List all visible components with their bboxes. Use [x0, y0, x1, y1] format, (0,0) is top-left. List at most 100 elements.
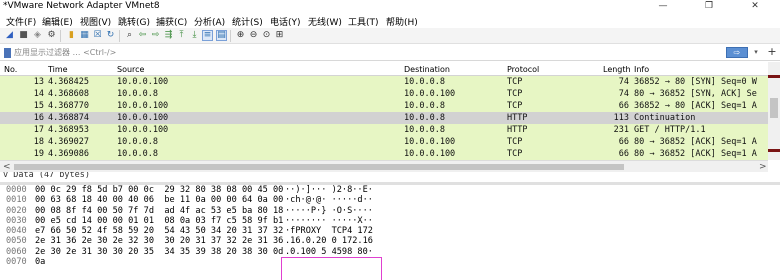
hex-bytes: 00 e5 cd 14 00 00 01 01 08 0a 03 f7 c5 5…	[35, 215, 284, 226]
column-header-destination[interactable]: Destination	[404, 65, 450, 74]
hex-row[interactable]: 0050 2e 31 36 2e 30 2e 32 30 30 20 31 37 …	[0, 236, 780, 246]
close-button[interactable]: ✕	[732, 0, 778, 14]
hex-off: 0040	[6, 226, 27, 237]
detail-data-node[interactable]: v Data (47 bytes)	[3, 172, 90, 180]
menu-telephony[interactable]: 电话(Y)	[270, 15, 301, 28]
packet-row[interactable]: 16 4.368874 10.0.0.100 10.0.0.8 HTTP 113 Conti…	[0, 112, 768, 124]
filter-history-dropdown[interactable]: ▾	[751, 47, 761, 58]
column-header-length[interactable]: Length	[603, 65, 631, 74]
go-to-packet-icon[interactable]: ⇶	[163, 30, 174, 41]
hex-row[interactable]: 0010 00 63 68 18 40 00 40 06 be 11 0a 00 …	[0, 195, 780, 205]
zoom-in-icon[interactable]: ⊕	[235, 30, 246, 41]
scroll-marker	[768, 149, 780, 152]
menu-bar: 文件(F) 编辑(E) 视图(V) 跳转(G) 捕获(C) 分析(A) 统计(S…	[0, 14, 780, 28]
packet-cell-no: 19	[33, 149, 44, 159]
packet-cell-len: 231	[613, 125, 629, 135]
find-icon[interactable]: ⌕	[124, 30, 135, 41]
bookmark-icon[interactable]	[4, 48, 11, 58]
save-file-icon[interactable]: ▦	[79, 30, 90, 41]
packet-row[interactable]: 17 4.368953 10.0.0.100 10.0.0.8 HTTP 231 GET /…	[0, 124, 768, 136]
hex-row[interactable]: 0020 00 08 8f f4 00 50 7f 7d ad 4f ac 53 …	[0, 206, 780, 216]
hex-row[interactable]: 0070 0a	[0, 257, 780, 267]
menu-help[interactable]: 帮助(H)	[386, 15, 418, 28]
go-back-icon[interactable]: ⇦	[137, 30, 148, 41]
hex-ascii: ··)·]··· )2·8··E·	[285, 185, 373, 195]
packet-rows: 13 4.368425 10.0.0.100 10.0.0.8 TCP 74 36852 →…	[0, 76, 768, 160]
colorize-icon[interactable]: ▤	[216, 30, 227, 41]
column-header-source[interactable]: Source	[117, 65, 144, 74]
options-gear-icon[interactable]: ⚙	[46, 30, 57, 41]
packet-cell-time: 4.368874	[48, 113, 89, 123]
packet-row[interactable]: 14 4.368608 10.0.0.8 10.0.0.100 TCP 74 80 → 36…	[0, 88, 768, 100]
packet-cell-time: 4.368770	[48, 101, 89, 111]
column-header-protocol[interactable]: Protocol	[507, 65, 539, 74]
packet-cell-info: 80 → 36852 [ACK] Seq=1 A	[634, 137, 757, 147]
restart-icon[interactable]: ◈	[32, 30, 43, 41]
menu-edit[interactable]: 编辑(E)	[42, 15, 73, 28]
first-packet-icon[interactable]: ⤒	[176, 30, 187, 41]
packet-cell-len: 66	[618, 101, 629, 111]
menu-capture[interactable]: 捕获(C)	[156, 15, 187, 28]
hex-row[interactable]: 0060 2e 30 2e 31 30 30 20 35 34 35 39 38 …	[0, 247, 780, 257]
menu-view[interactable]: 视图(V)	[80, 15, 111, 28]
column-header-time[interactable]: Time	[48, 65, 68, 74]
zoom-out-icon[interactable]: ⊖	[248, 30, 259, 41]
menu-go[interactable]: 跳转(G)	[118, 15, 150, 28]
hex-off: 0050	[6, 236, 27, 247]
packet-cell-info: 36852 → 80 [SYN] Seq=0 W	[634, 77, 757, 87]
minimize-button[interactable]: —	[640, 0, 686, 14]
packet-cell-no: 14	[33, 89, 44, 99]
packet-row[interactable]: 15 4.368770 10.0.0.100 10.0.0.8 TCP 66 36852 →…	[0, 100, 768, 112]
packet-row[interactable]: 19 4.369086 10.0.0.8 10.0.0.100 TCP 66 80 → 36…	[0, 148, 768, 160]
hex-row[interactable]: 0030 00 e5 cd 14 00 00 01 01 08 0a 03 f7 …	[0, 216, 780, 226]
packet-cell-info: 80 → 36852 [ACK] Seq=1 A	[634, 149, 757, 159]
column-header-no[interactable]: No.	[4, 65, 17, 74]
horizontal-scroll-thumb[interactable]	[14, 164, 624, 170]
open-file-icon[interactable]: ▮	[66, 30, 77, 41]
packet-row[interactable]: 13 4.368425 10.0.0.100 10.0.0.8 TCP 74 36852 →…	[0, 76, 768, 88]
menu-file[interactable]: 文件(F)	[6, 15, 36, 28]
menu-tools[interactable]: 工具(T)	[348, 15, 379, 28]
packet-cell-no: 13	[33, 77, 44, 87]
close-file-icon[interactable]: ☒	[92, 30, 103, 41]
normal-size-icon[interactable]: ⊙	[261, 30, 272, 41]
packet-list-horizontal-scrollbar[interactable]: < >	[0, 160, 768, 172]
column-header-info[interactable]: Info	[634, 65, 649, 74]
hex-row[interactable]: 0000 00 0c 29 f8 5d b7 00 0c 29 32 80 38 …	[0, 185, 780, 195]
menu-statistics[interactable]: 统计(S)	[232, 15, 263, 28]
packet-cell-src: 10.0.0.100	[117, 125, 169, 135]
restore-button[interactable]: ❐	[686, 0, 732, 14]
apply-filter-button[interactable]: ⇨	[726, 47, 748, 58]
packet-details-pane[interactable]: v Data (47 bytes)	[0, 172, 780, 182]
scroll-thumb[interactable]	[770, 98, 778, 118]
packet-list-vertical-scrollbar[interactable]	[768, 62, 780, 160]
hex-bytes: 2e 31 36 2e 30 2e 32 30 30 20 31 37 32 2…	[35, 236, 284, 247]
menu-wireless[interactable]: 无线(W)	[308, 15, 342, 28]
menu-analyze[interactable]: 分析(A)	[194, 15, 225, 28]
autoscroll-icon[interactable]: ≡	[202, 30, 213, 41]
packet-cell-proto: TCP	[507, 89, 523, 99]
packet-cell-time: 4.368953	[48, 125, 89, 135]
display-filter-input[interactable]: 应用显示过滤器 … <Ctrl-/>	[14, 47, 116, 58]
shark-fin-icon[interactable]: ◢	[4, 30, 15, 41]
add-filter-button[interactable]: +	[766, 46, 778, 58]
packet-row[interactable]: 18 4.369027 10.0.0.8 10.0.0.100 TCP 66 80 → 36…	[0, 136, 768, 148]
hex-row[interactable]: 0040 e7 66 50 52 4f 58 59 20 54 43 50 34 …	[0, 226, 780, 236]
packet-cell-proto: TCP	[507, 101, 523, 111]
reload-icon[interactable]: ↻	[105, 30, 116, 41]
packet-cell-no: 17	[33, 125, 44, 135]
hex-bytes: 2e 30 2e 31 30 30 20 35 34 35 39 38 20 3…	[35, 246, 284, 257]
toolbar-separator	[60, 30, 61, 42]
toolbar-separator	[119, 30, 120, 42]
title-bar: *VMware Network Adapter VMnet8 — ❐ ✕	[0, 0, 780, 14]
hex-ascii: ········ ·····X··	[285, 215, 373, 226]
last-packet-icon[interactable]: ⤓	[189, 30, 200, 41]
packet-cell-src: 10.0.0.100	[117, 77, 169, 87]
packet-cell-len: 74	[618, 89, 629, 99]
packet-cell-len: 66	[618, 137, 629, 147]
stop-icon[interactable]: ■	[18, 30, 29, 41]
hex-ascii: ·····P·} ·O·S····	[285, 205, 373, 216]
go-forward-icon[interactable]: ⇨	[150, 30, 161, 41]
packet-cell-proto: TCP	[507, 77, 523, 87]
resize-columns-icon[interactable]: ⊞	[274, 30, 285, 41]
